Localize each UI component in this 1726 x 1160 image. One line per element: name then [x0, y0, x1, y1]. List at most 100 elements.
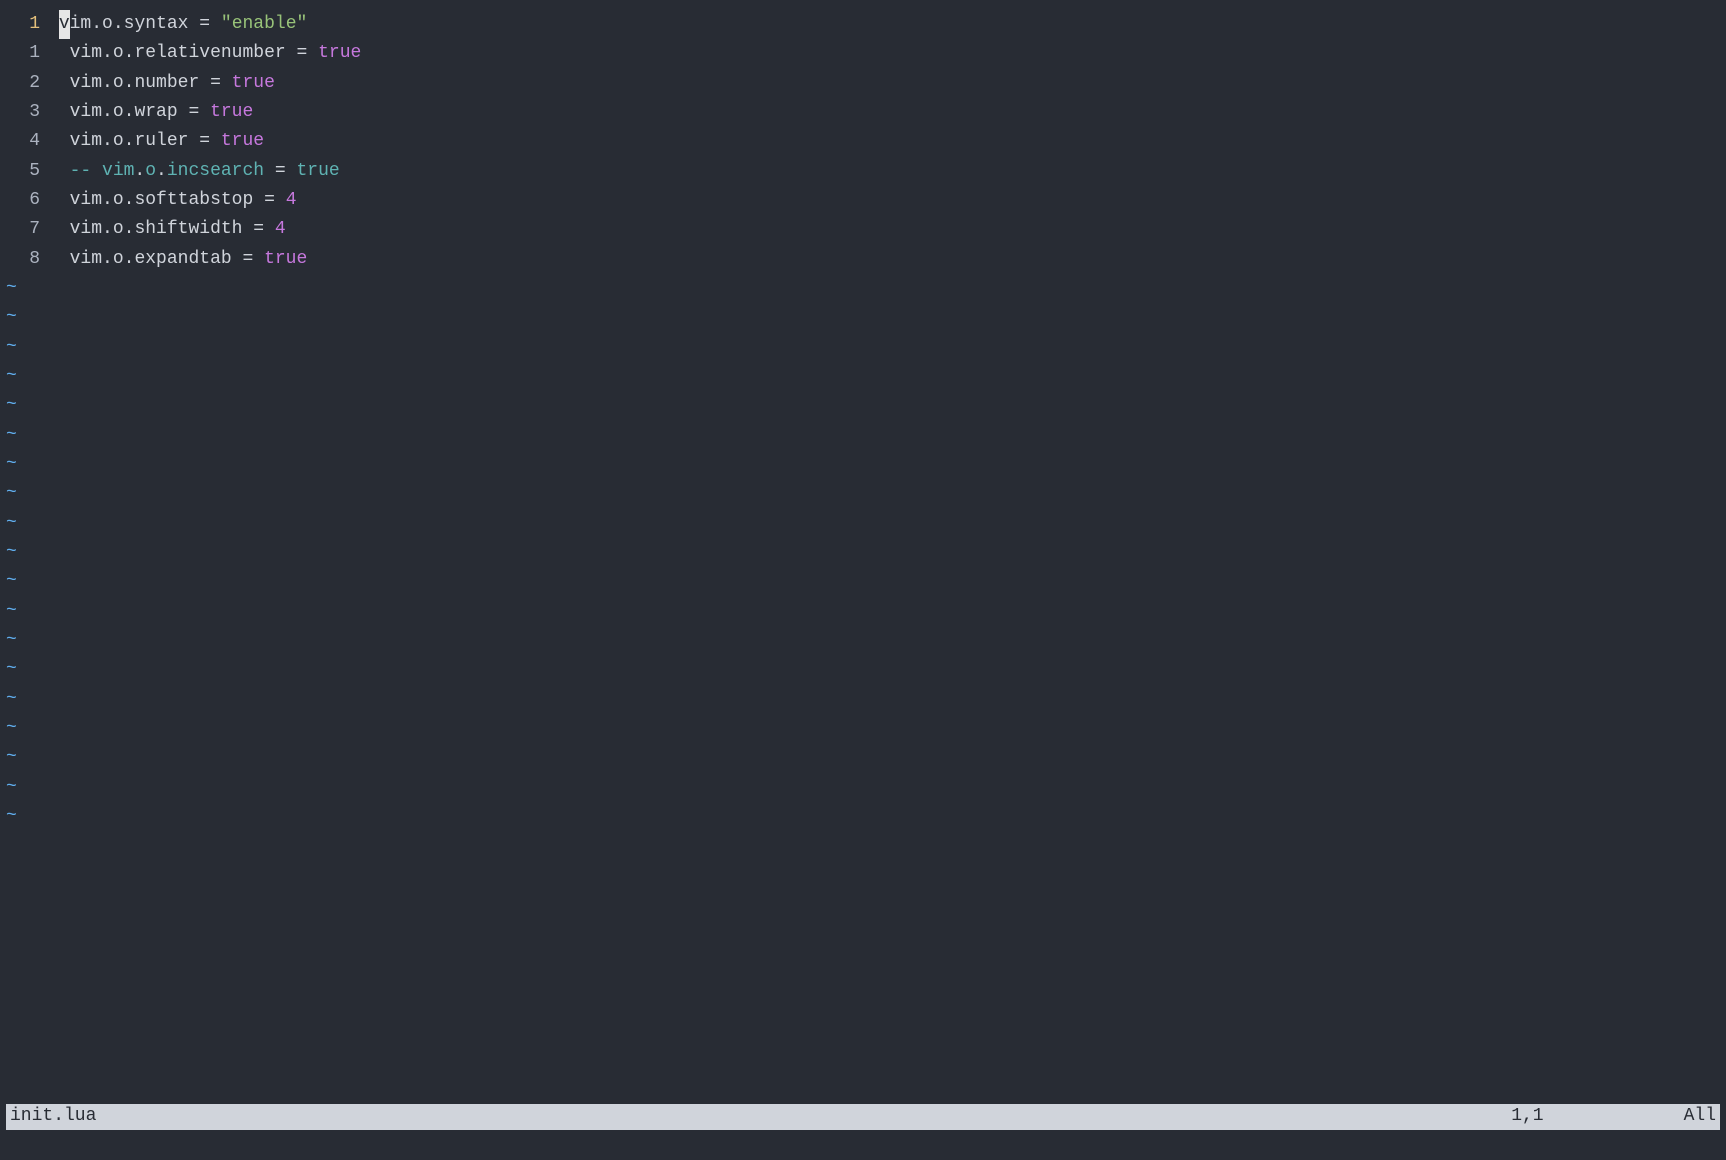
empty-line: ~ [0, 362, 1726, 391]
code-line[interactable]: 1 vim.o.relativenumber = true [0, 39, 1726, 68]
line-number: 5 [0, 157, 48, 186]
code-line[interactable]: 6 vim.o.softtabstop = 4 [0, 186, 1726, 215]
tilde-icon: ~ [0, 421, 17, 450]
code-line[interactable]: 4 vim.o.ruler = true [0, 127, 1726, 156]
empty-line: ~ [0, 597, 1726, 626]
line-number: 4 [0, 127, 48, 156]
code-token: -- vim [70, 157, 135, 186]
code-token: true [297, 157, 340, 186]
code-line[interactable]: 2 vim.o.number = true [0, 69, 1726, 98]
tilde-icon: ~ [0, 509, 17, 538]
code-token: . [124, 39, 135, 68]
code-token: o [113, 245, 124, 274]
code-token: true [318, 39, 361, 68]
empty-line: ~ [0, 421, 1726, 450]
code-token: vim [70, 69, 102, 98]
code-token: . [102, 245, 113, 274]
tilde-icon: ~ [0, 685, 17, 714]
code-token: 4 [286, 186, 297, 215]
code-token: relativenumber [134, 39, 285, 68]
code-token: = [232, 245, 264, 274]
code-token: softtabstop [134, 186, 253, 215]
tilde-icon: ~ [0, 743, 17, 772]
code-token: syntax [124, 10, 189, 39]
tilde-icon: ~ [0, 626, 17, 655]
tilde-icon: ~ [0, 538, 17, 567]
code-token: vim [70, 245, 102, 274]
code-token: . [102, 215, 113, 244]
code-token: = [275, 157, 297, 186]
empty-line: ~ [0, 626, 1726, 655]
editor-area[interactable]: 1 vim.o.syntax = "enable"1 vim.o.relativ… [0, 0, 1726, 1130]
code-token: = [242, 215, 274, 244]
tilde-icon: ~ [0, 303, 17, 332]
line-number: 3 [0, 98, 48, 127]
status-scroll: All [1684, 1102, 1716, 1131]
tilde-icon: ~ [0, 567, 17, 596]
tilde-icon: ~ [0, 450, 17, 479]
tilde-icon: ~ [0, 391, 17, 420]
code-line[interactable]: 3 vim.o.wrap = true [0, 98, 1726, 127]
status-filename: init.lua [10, 1102, 1511, 1131]
code-token: . [102, 127, 113, 156]
tilde-icon: ~ [0, 333, 17, 362]
code-token: incsearch [167, 157, 275, 186]
code-token: o [113, 186, 124, 215]
empty-line: ~ [0, 773, 1726, 802]
code-token: true [264, 245, 307, 274]
empty-line: ~ [0, 802, 1726, 831]
code-token: . [113, 10, 124, 39]
code-token: . [124, 186, 135, 215]
code-token: vim [70, 127, 102, 156]
code-token: ruler [134, 127, 188, 156]
empty-line: ~ [0, 303, 1726, 332]
code-line[interactable]: 1 vim.o.syntax = "enable" [0, 10, 1726, 39]
code-token: o [113, 215, 124, 244]
code-token: . [102, 186, 113, 215]
status-bar: init.lua 1,1 All [6, 1104, 1720, 1130]
tilde-icon: ~ [0, 362, 17, 391]
empty-line: ~ [0, 567, 1726, 596]
line-number: 7 [0, 215, 48, 244]
empty-line: ~ [0, 450, 1726, 479]
empty-line: ~ [0, 538, 1726, 567]
code-token: . [91, 10, 102, 39]
empty-line: ~ [0, 714, 1726, 743]
code-token: . [102, 69, 113, 98]
code-token: vim [70, 215, 102, 244]
code-token: . [102, 39, 113, 68]
code-token: . [102, 98, 113, 127]
code-token: = [188, 127, 220, 156]
code-token: shiftwidth [134, 215, 242, 244]
code-line[interactable]: 7 vim.o.shiftwidth = 4 [0, 215, 1726, 244]
code-token: o [113, 69, 124, 98]
code-token: true [232, 69, 275, 98]
line-number: 6 [0, 186, 48, 215]
code-token: . [134, 157, 145, 186]
empty-line: ~ [0, 509, 1726, 538]
tilde-icon: ~ [0, 714, 17, 743]
code-token: o [113, 39, 124, 68]
code-token: o [102, 10, 113, 39]
code-token: vim [70, 98, 102, 127]
tilde-icon: ~ [0, 479, 17, 508]
code-token: "enable" [221, 10, 307, 39]
empty-line: ~ [0, 274, 1726, 303]
code-token: o [113, 127, 124, 156]
status-position: 1,1 [1511, 1102, 1543, 1131]
empty-line: ~ [0, 333, 1726, 362]
code-token: 4 [275, 215, 286, 244]
tilde-icon: ~ [0, 773, 17, 802]
code-token: number [134, 69, 199, 98]
tilde-icon: ~ [0, 802, 17, 831]
code-token: . [124, 69, 135, 98]
code-line[interactable]: 8 vim.o.expandtab = true [0, 245, 1726, 274]
tilde-icon: ~ [0, 597, 17, 626]
code-token: im [70, 10, 92, 39]
tilde-icon: ~ [0, 274, 17, 303]
code-token: v [59, 10, 70, 39]
line-number: 2 [0, 69, 48, 98]
code-token: expandtab [134, 245, 231, 274]
code-line[interactable]: 5 -- vim.o.incsearch = true [0, 157, 1726, 186]
code-token: . [156, 157, 167, 186]
